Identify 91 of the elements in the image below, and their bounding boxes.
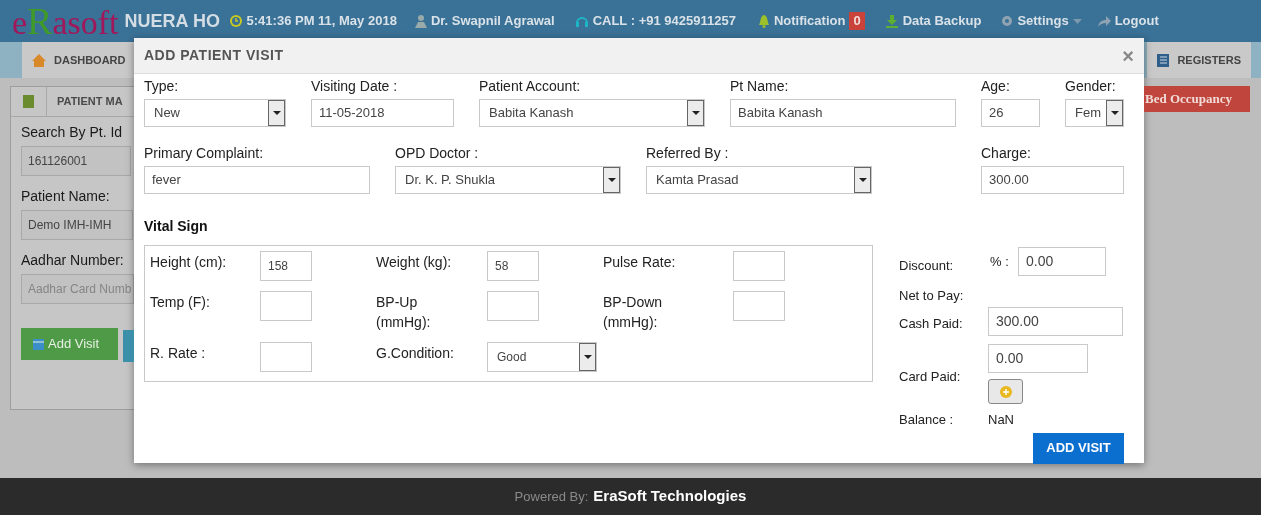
dropdown[interactable]: Good — [487, 342, 597, 372]
headset-icon — [574, 14, 589, 28]
field-label: Charge: — [981, 145, 1032, 161]
company-name: EraSoft Technologies — [593, 486, 747, 507]
search-field[interactable]: 161126001 — [21, 146, 131, 176]
data-backup-link[interactable]: Data Backup — [902, 11, 982, 31]
logo: eRasoft — [12, 2, 119, 40]
input-field[interactable]: 158 — [260, 251, 312, 281]
input-field[interactable]: 11-05-2018 — [311, 99, 454, 127]
phone-number: CALL : +91 9425911257 — [592, 12, 736, 31]
hospital-name: NUERA HO — [124, 9, 221, 33]
user-icon — [414, 14, 427, 28]
field-label: Patient Account: — [479, 78, 582, 94]
input-field[interactable]: 300.00 — [988, 307, 1123, 336]
calendar-icon — [33, 338, 44, 350]
download-icon — [884, 14, 899, 28]
input-field[interactable] — [733, 291, 785, 321]
input-field[interactable]: Babita Kanash — [730, 99, 956, 127]
user-name: Dr. Swapnil Agrawal — [430, 12, 555, 31]
field-label: Temp (F): — [150, 293, 211, 312]
settings-menu[interactable]: Settings — [1017, 11, 1069, 31]
book-icon — [23, 95, 34, 108]
dialog-title: ADD PATIENT VISIT — [144, 46, 284, 65]
section-heading: Vital Sign — [144, 218, 208, 234]
field-label: G.Condition: — [376, 344, 455, 363]
clock-text: 5:41:36 PM 11, May 2018 — [246, 12, 397, 31]
field-label: Balance : — [899, 411, 955, 429]
share-arrow-icon — [1097, 15, 1111, 27]
dropdown[interactable]: Kamta Prasad — [646, 166, 872, 194]
input-field[interactable]: 300.00 — [981, 166, 1124, 194]
field-label: Type: — [144, 78, 180, 94]
panel-title: PATIENT MA — [57, 94, 123, 110]
input-field[interactable]: 0.00 — [988, 344, 1088, 373]
caret-icon — [858, 178, 867, 182]
field-label: Card Paid: — [899, 368, 962, 386]
nav-tab[interactable]: REGISTERS — [1147, 42, 1251, 78]
field-label: Referred By : — [646, 145, 730, 161]
input-field[interactable] — [487, 291, 539, 321]
footer-text: Powered By: — [514, 487, 589, 506]
field-label: Age: — [981, 78, 1011, 94]
field-label: Height (cm): — [150, 253, 228, 272]
input-field[interactable]: 26 — [981, 99, 1040, 127]
field-label: % : — [990, 252, 1010, 271]
bell-icon — [757, 14, 770, 28]
field-label: Aadhar Number: — [21, 251, 124, 270]
input-field[interactable]: 58 — [487, 251, 539, 281]
field-label: Visiting Date : — [311, 78, 399, 94]
field-label: OPD Doctor : — [395, 145, 480, 161]
field-label: R. Rate : — [150, 344, 207, 363]
caret-icon — [1110, 111, 1119, 115]
dropdown[interactable]: New — [144, 99, 286, 127]
field-label: Pulse Rate: — [603, 253, 677, 272]
add-visit-button[interactable]: ADD VISIT — [1033, 432, 1124, 464]
input-field[interactable]: fever — [144, 166, 370, 194]
field-label: Gender: — [1065, 78, 1117, 94]
input-field[interactable]: Demo IMH-IMH — [21, 210, 133, 240]
input-field[interactable]: 0.00 — [1018, 247, 1106, 276]
input-field[interactable] — [260, 291, 312, 321]
field-label: Cash Paid: — [899, 314, 964, 333]
field-label: Patient Name: — [21, 187, 110, 206]
dropdown[interactable]: Dr. K. P. Shukla — [395, 166, 621, 194]
dropdown[interactable]: Babita Kanash — [479, 99, 705, 127]
home-icon — [32, 53, 46, 67]
caret-icon — [583, 355, 592, 359]
book-icon — [1157, 53, 1170, 67]
caret-icon — [1072, 18, 1082, 24]
button-edge — [123, 330, 134, 362]
field-label: Weight (kg): — [376, 253, 453, 272]
add-button[interactable] — [988, 379, 1023, 404]
field-label: Net to Pay: — [899, 288, 964, 304]
logout-link[interactable]: Logout — [1114, 11, 1159, 31]
gear-icon — [1001, 15, 1014, 27]
input-field[interactable] — [260, 342, 312, 372]
clock-icon — [228, 14, 243, 28]
nav-tab[interactable]: DASHBOARD — [22, 42, 136, 78]
notification-link[interactable]: Notification — [773, 11, 846, 31]
caret-icon — [691, 111, 700, 115]
field-label: Discount: — [899, 257, 955, 276]
notification-count: 0 — [849, 12, 865, 30]
caret-icon — [607, 178, 616, 182]
bed-occupancy-button[interactable]: Bed Occupancy — [1144, 86, 1250, 112]
field-label: BP-Up (mmHg): — [376, 293, 432, 332]
field-label: Pt Name: — [730, 78, 790, 94]
caret-icon — [272, 111, 281, 115]
field-label: Search By Pt. Id — [21, 123, 123, 142]
field-label: BP-Down (mmHg): — [603, 293, 664, 332]
field-label: Primary Complaint: — [144, 145, 265, 161]
input-field[interactable] — [733, 251, 785, 281]
dropdown[interactable]: Fem — [1065, 99, 1124, 127]
balance-value: NaN — [988, 411, 1014, 429]
plus-circle-icon — [999, 385, 1012, 398]
